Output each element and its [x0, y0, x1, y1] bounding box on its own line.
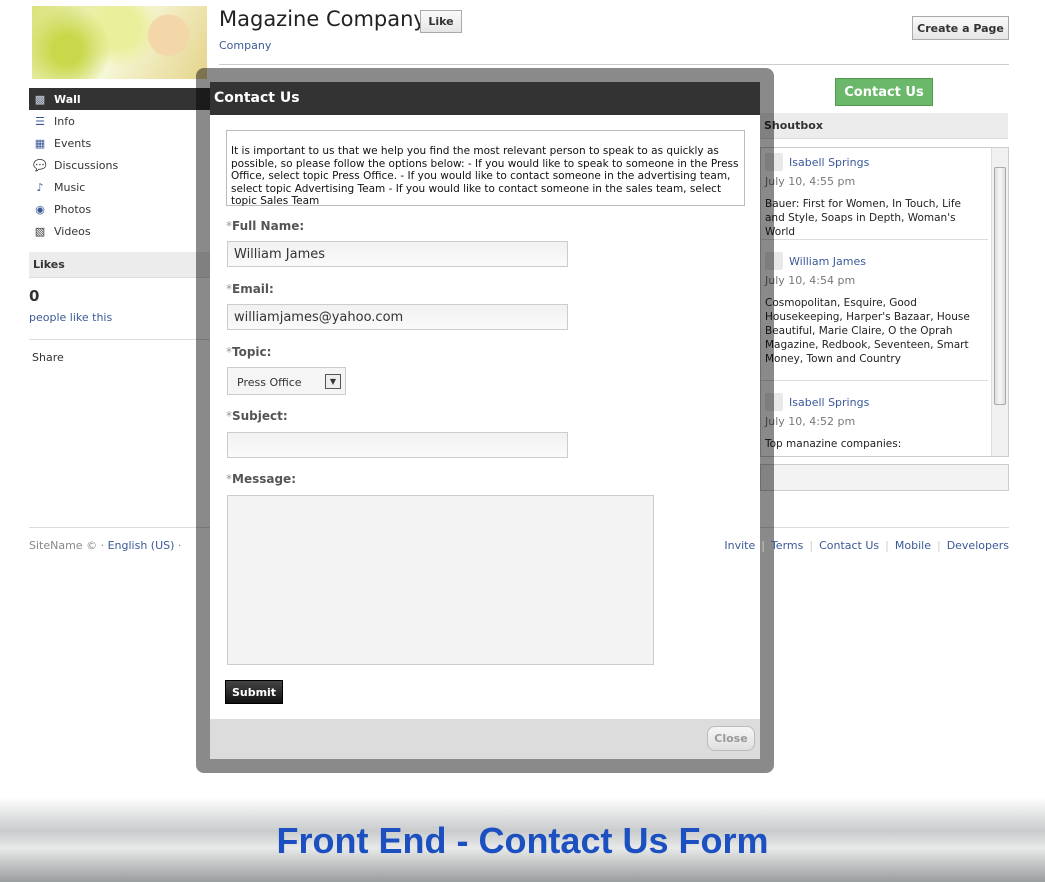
- footer-link-invite[interactable]: Invite: [724, 539, 755, 552]
- full-name-label: *Full Name:: [226, 219, 305, 233]
- shoutbox-header: Shoutbox: [760, 113, 1008, 139]
- sidebar-item-events[interactable]: ▦ Events: [29, 132, 210, 154]
- close-button[interactable]: Close: [707, 726, 755, 751]
- sidebar-item-label: Events: [54, 136, 92, 150]
- topic-selected: Press Office: [237, 376, 302, 389]
- footer-left: SiteName © · English (US) ·: [29, 539, 182, 552]
- header-divider: [219, 64, 1009, 65]
- post-message: Cosmopolitan, Esquire, Good Housekeeping…: [765, 297, 970, 365]
- sidebar-item-label: Wall: [54, 92, 81, 106]
- shoutbox-scrollbar[interactable]: [991, 148, 1008, 456]
- sidebar-nav: ▩ Wall ☰ Info ▦ Events 💬 Discussions ♪ Music …: [29, 88, 210, 242]
- divider: [29, 339, 210, 340]
- shoutbox-list: Isabell Springs July 10, 4:55 pm Bauer: …: [760, 147, 1009, 457]
- share-link[interactable]: Share: [32, 351, 64, 364]
- post-message: Top manazine companies:: [765, 438, 902, 450]
- footer-link-mobile[interactable]: Mobile: [895, 539, 931, 552]
- post-time: July 10, 4:55 pm: [765, 175, 856, 188]
- modal-title: Contact Us: [210, 82, 760, 115]
- sidebar-item-label: Videos: [54, 224, 91, 238]
- sidebar-item-label: Info: [54, 114, 75, 128]
- speech-bubble-icon: ▩: [34, 92, 46, 106]
- full-name-field[interactable]: William James: [227, 241, 568, 267]
- sidebar-item-wall[interactable]: ▩ Wall: [29, 88, 210, 110]
- sidebar-item-info[interactable]: ☰ Info: [29, 110, 210, 132]
- message-label: *Message:: [226, 472, 296, 486]
- likes-count: 0: [29, 287, 40, 305]
- calendar-icon: ▦: [34, 136, 46, 150]
- footer-link-developers[interactable]: Developers: [947, 539, 1009, 552]
- likes-text-link[interactable]: people like this: [29, 311, 112, 324]
- info-list-icon: ☰: [35, 114, 45, 128]
- sidebar-item-label: Music: [54, 180, 86, 194]
- email-field[interactable]: williamjames@yahoo.com: [227, 304, 568, 330]
- shoutbox-post: Isabell Springs July 10, 4:55 pm Bauer: …: [761, 153, 988, 240]
- cover-photo: [32, 6, 207, 79]
- create-page-button[interactable]: Create a Page: [912, 16, 1009, 40]
- film-icon: ▧: [34, 224, 46, 238]
- music-note-icon: ♪: [36, 180, 44, 194]
- shoutbox-input[interactable]: [760, 464, 1009, 491]
- banner-text: Front End - Contact Us Form: [276, 819, 769, 861]
- sidebar-item-videos[interactable]: ▧ Videos: [29, 220, 210, 242]
- footer-link-terms[interactable]: Terms: [771, 539, 803, 552]
- footer-link-contact[interactable]: Contact Us: [819, 539, 879, 552]
- camera-icon: ◉: [35, 202, 45, 216]
- shoutbox-post: Isabell Springs July 10, 4:52 pm Top man…: [761, 393, 988, 451]
- caption-banner: Front End - Contact Us Form: [0, 797, 1045, 882]
- modal-footer: [210, 719, 760, 759]
- scrollbar-thumb[interactable]: [994, 167, 1006, 405]
- sidebar-item-discussions[interactable]: 💬 Discussions: [29, 154, 210, 176]
- email-label: *Email:: [226, 282, 274, 296]
- post-author[interactable]: Isabell Springs: [789, 396, 869, 409]
- post-message: Bauer: First for Women, In Touch, Life a…: [765, 198, 962, 238]
- language-link[interactable]: English (US): [108, 539, 175, 552]
- post-time: July 10, 4:52 pm: [765, 415, 856, 428]
- post-author[interactable]: Isabell Springs: [789, 156, 869, 169]
- subject-label: *Subject:: [226, 409, 288, 423]
- sidebar-item-label: Photos: [54, 202, 92, 216]
- topic-select[interactable]: Press Office ▼: [227, 367, 346, 395]
- modal-intro: It is important to us that we help you f…: [226, 130, 745, 207]
- page-category[interactable]: Company: [219, 39, 271, 52]
- chevron-down-icon[interactable]: ▼: [325, 374, 341, 389]
- like-button[interactable]: Like: [420, 10, 462, 33]
- likes-header: Likes: [29, 252, 210, 278]
- discussion-icon: 💬: [33, 158, 47, 172]
- footer-links: Invite | Terms | Contact Us | Mobile | Devel…: [724, 539, 1009, 552]
- post-time: July 10, 4:54 pm: [765, 274, 856, 287]
- topic-label: *Topic:: [226, 345, 272, 359]
- sidebar-item-music[interactable]: ♪ Music: [29, 176, 210, 198]
- message-textarea[interactable]: [227, 495, 654, 665]
- subject-field[interactable]: [227, 432, 568, 458]
- sidebar-item-label: Discussions: [54, 158, 119, 172]
- site-name: SiteName ©: [29, 539, 98, 552]
- sidebar-item-photos[interactable]: ◉ Photos: [29, 198, 210, 220]
- submit-button[interactable]: Submit: [225, 680, 283, 704]
- contact-us-button[interactable]: Contact Us: [835, 78, 933, 106]
- page-title: Magazine Company: [219, 7, 426, 31]
- contact-modal: Contact Us It is important to us that we…: [210, 82, 760, 759]
- post-author[interactable]: William James: [789, 255, 866, 268]
- shoutbox-post: William James July 10, 4:54 pm Cosmopoli…: [761, 252, 988, 381]
